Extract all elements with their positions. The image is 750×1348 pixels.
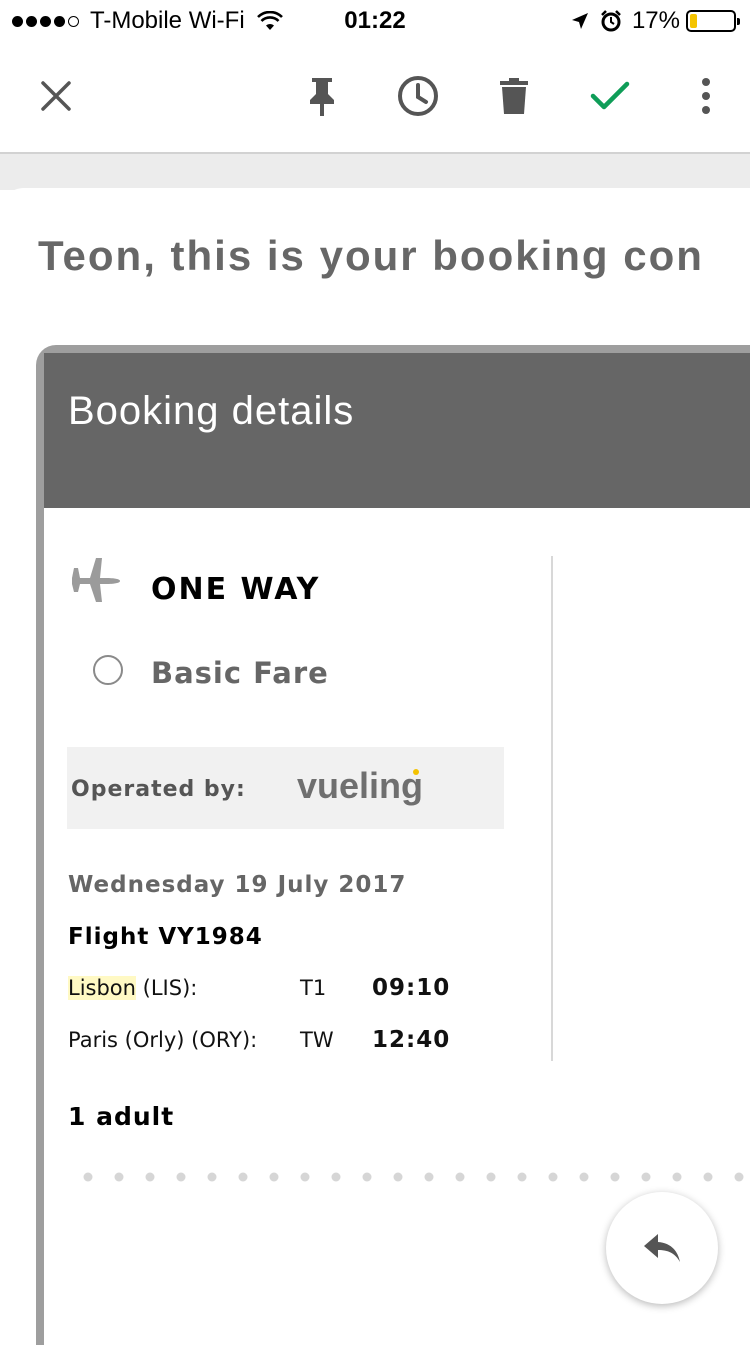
flight-number: Flight VY1984 xyxy=(68,924,263,950)
column-divider xyxy=(551,556,553,1061)
separator-dot xyxy=(517,1172,527,1182)
snooze-icon xyxy=(398,76,438,116)
location-arrow-icon xyxy=(571,13,588,29)
close-button[interactable] xyxy=(28,66,84,126)
delete-icon xyxy=(500,78,528,114)
operated-by-box: Operated by: vueling xyxy=(67,747,504,829)
separator-dot xyxy=(734,1172,744,1182)
separator-dot xyxy=(207,1172,217,1182)
delete-button[interactable] xyxy=(486,66,542,126)
separator-dot xyxy=(703,1172,713,1182)
leg-terminal: T1 xyxy=(300,976,327,1000)
separator-dot xyxy=(424,1172,434,1182)
leg-departure: Lisbon (LIS): xyxy=(68,976,197,1000)
separator-dot xyxy=(579,1172,589,1182)
plane-icon xyxy=(72,558,120,602)
separator-dot xyxy=(393,1172,403,1182)
leg-city: Paris (Orly) xyxy=(68,1028,185,1052)
more-options-button[interactable] xyxy=(678,66,734,126)
carrier-name: T-Mobile Wi-Fi xyxy=(90,7,245,34)
leg-time: 09:10 xyxy=(372,975,451,1001)
leg-time: 12:40 xyxy=(372,1027,451,1053)
leg-code: (LIS): xyxy=(142,976,198,1000)
email-heading: Teon, this is your booking con xyxy=(38,232,704,279)
radio-icon xyxy=(93,655,123,685)
divider-strip xyxy=(0,154,750,190)
battery-icon xyxy=(686,10,740,32)
separator-dot xyxy=(362,1172,372,1182)
separator-dot xyxy=(300,1172,310,1182)
pin-button[interactable] xyxy=(294,66,350,126)
booking-header-title: Booking details xyxy=(68,389,355,433)
separator-dot xyxy=(455,1172,465,1182)
leg-code: (ORY): xyxy=(191,1028,258,1052)
separator-dot xyxy=(176,1172,186,1182)
close-icon xyxy=(41,81,71,111)
dotted-separator xyxy=(83,1172,744,1182)
reply-icon xyxy=(644,1234,680,1262)
passenger-count: 1 adult xyxy=(68,1102,175,1131)
fare-type: Basic Fare xyxy=(151,656,329,690)
separator-dot xyxy=(114,1172,124,1182)
separator-dot xyxy=(672,1172,682,1182)
trip-type: ONE WAY xyxy=(151,572,321,607)
status-left: T-Mobile Wi-Fi xyxy=(12,7,283,35)
battery-fill xyxy=(690,14,697,28)
email-toolbar xyxy=(0,40,750,154)
signal-strength-icon xyxy=(12,15,82,27)
operated-by-label: Operated by: xyxy=(71,777,246,802)
airline-logo: vueling xyxy=(297,765,424,806)
pin-icon xyxy=(310,78,334,116)
done-icon xyxy=(590,81,630,110)
battery-percentage: 17% xyxy=(631,7,680,34)
separator-dot xyxy=(548,1172,558,1182)
separator-dot xyxy=(83,1172,93,1182)
reply-button[interactable] xyxy=(606,1192,718,1304)
separator-dot xyxy=(486,1172,496,1182)
separator-dot xyxy=(238,1172,248,1182)
more-vert-icon xyxy=(702,78,710,114)
status-right: 17% xyxy=(570,7,740,35)
snooze-button[interactable] xyxy=(390,66,446,126)
alarm-icon xyxy=(601,10,621,32)
wifi-icon xyxy=(256,11,283,30)
status-bar: T-Mobile Wi-Fi 01:22 17% xyxy=(0,0,750,40)
separator-dot xyxy=(269,1172,279,1182)
separator-dot xyxy=(610,1172,620,1182)
separator-dot xyxy=(331,1172,341,1182)
leg-city: Lisbon xyxy=(68,976,136,1000)
done-button[interactable] xyxy=(582,66,638,126)
leg-arrival: Paris (Orly) (ORY): xyxy=(68,1028,257,1052)
flight-date: Wednesday 19 July 2017 xyxy=(68,872,407,898)
booking-header: Booking details xyxy=(44,353,750,508)
separator-dot xyxy=(641,1172,651,1182)
separator-dot xyxy=(145,1172,155,1182)
logo-dot xyxy=(413,769,419,775)
leg-terminal: TW xyxy=(300,1028,334,1052)
